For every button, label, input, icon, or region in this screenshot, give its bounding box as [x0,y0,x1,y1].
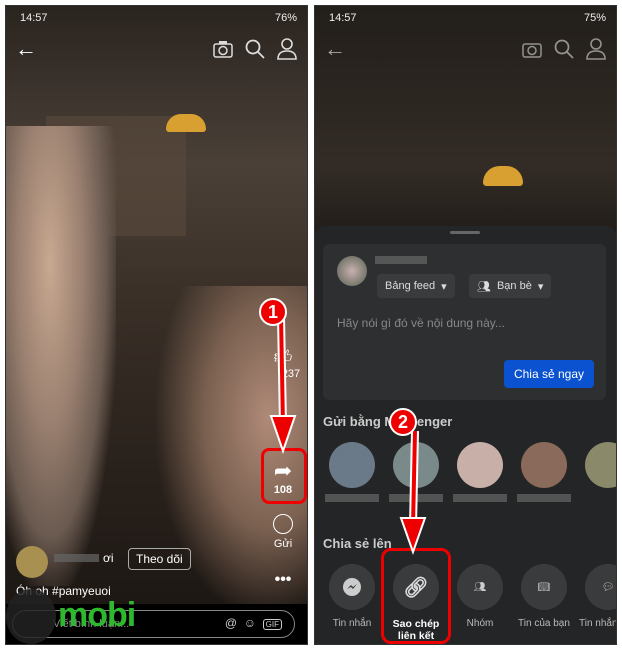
audience-friends-dropdown[interactable]: 👥︎ Bạn bè ▾ [469,274,552,298]
emoji-icon[interactable]: ☺ [244,616,256,630]
user-avatar [337,256,367,286]
profile-icon[interactable] [275,37,299,61]
camera-icon[interactable] [520,37,544,61]
send-messenger-button[interactable]: Gửi [265,514,301,550]
friends-icon: 👥︎ [477,280,491,293]
watermark-text: mobi [58,596,136,634]
status-bar: 14:57 76% [20,12,297,24]
more-options-icon[interactable]: ••• [265,571,301,589]
audience-feed-dropdown[interactable]: Bảng feed ▾ [377,274,455,298]
share-composer: Bảng feed ▾ 👥︎ Bạn bè ▾ Hãy nói gì đó về nộ… [323,244,606,400]
messenger-icon [329,564,375,610]
author-name-blurred [54,554,99,562]
contact-avatar[interactable] [521,442,567,488]
share-now-button[interactable]: Chia sẻ ngay [503,360,594,388]
caret-down-icon: ▾ [537,280,544,293]
drag-handle[interactable] [450,231,480,234]
contact-name-blurred [325,494,379,502]
author-avatar[interactable] [16,546,48,578]
contact-avatar[interactable] [457,442,503,488]
contact-name-blurred [453,494,507,502]
chat-icon: 💬︎ [585,564,616,610]
search-icon[interactable] [552,37,576,61]
mention-icon[interactable]: @ [225,616,237,630]
child-background [6,126,116,586]
share-to-section-title: Chia sẻ lên [323,536,392,551]
comment-tools: @ ☺ GIF [225,616,282,630]
search-icon[interactable] [243,37,267,61]
contact-avatar[interactable] [329,442,375,488]
back-arrow-icon[interactable]: ← [323,36,347,61]
step-badge: 2 [389,408,417,436]
lamp-background [483,166,523,186]
status-bar: 14:57 75% [329,12,606,24]
caret-down-icon: ▾ [441,280,447,293]
user-name-blurred [375,256,427,264]
book-icon: 📖︎ [521,564,567,610]
share-caption-input[interactable]: Hãy nói gì đó về nội dung này... [337,316,505,330]
group-icon: 👥︎ [457,564,503,610]
arrow-annotation [399,430,427,556]
highlight-box [261,448,307,504]
watermark-logo-mark [6,589,56,644]
messenger-icon [273,514,293,534]
follow-button[interactable]: Theo dõi [128,548,191,570]
contact-avatar[interactable] [585,442,616,488]
step-badge: 1 [259,298,287,326]
share-option-story[interactable]: 📖︎ Tin của bạn [511,564,577,629]
profile-icon[interactable] [584,37,608,61]
lamp-background [166,114,206,132]
back-arrow-icon[interactable]: ← [14,36,38,61]
share-screen: 14:57 75% ← Bảng feed ▾ 👥︎ Bạn bè ▾ Hãy nói … [314,5,617,645]
camera-icon[interactable] [211,37,235,61]
share-sheet: Bảng feed ▾ 👥︎ Bạn bè ▾ Hãy nói gì đó về nộ… [315,226,616,644]
share-option-message[interactable]: Tin nhắn [319,564,385,629]
share-option-group[interactable]: 👥︎ Nhóm [447,564,513,629]
contact-name-blurred [517,494,571,502]
highlight-box [381,548,451,644]
arrow-annotation [269,315,297,455]
gif-icon[interactable]: GIF [262,619,282,630]
share-option-chat[interactable]: 💬︎Tin nhắn bản [575,564,616,629]
video-screen: 14:5776% ← 👍︎237 ➦108 Gửi ••• 1 ơi Theo … [5,5,308,645]
